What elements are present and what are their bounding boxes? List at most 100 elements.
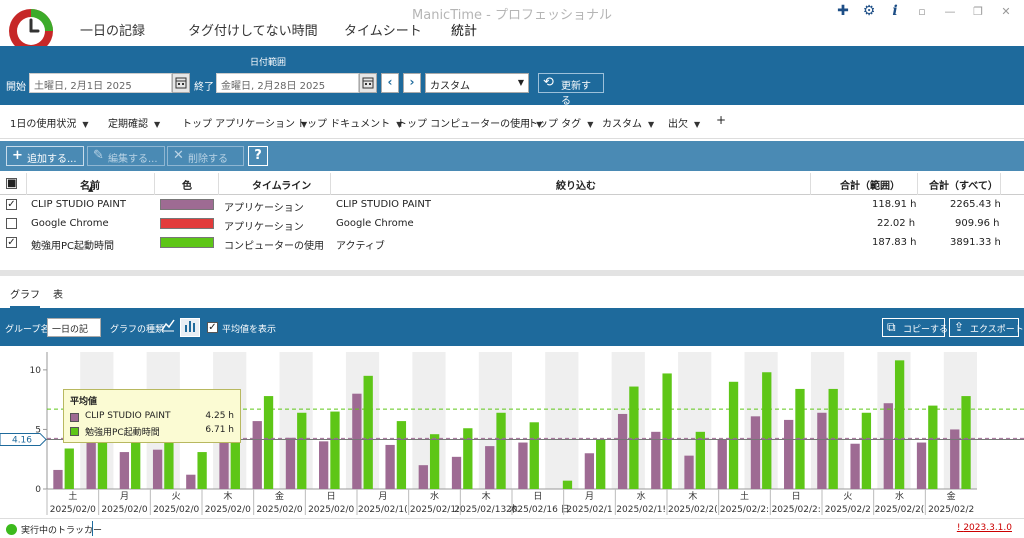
row-filter: アクティブ xyxy=(336,241,385,252)
row-color-swatch[interactable] xyxy=(160,199,214,210)
row-color-swatch[interactable] xyxy=(160,237,214,248)
version-link[interactable]: ! 2023.3.1.0 xyxy=(957,523,1012,533)
legend-title: 平均値 xyxy=(70,397,98,407)
bar-clip-studio xyxy=(451,456,462,489)
row-checkbox[interactable]: ✓ xyxy=(6,237,17,248)
maximize-window-icon[interactable]: ❐ xyxy=(968,5,988,18)
table-row[interactable]: Google Chrome アプリケーション Google Chrome 22.… xyxy=(0,215,1024,234)
delete-button[interactable]: ✕ 削除する xyxy=(167,146,244,166)
nav-tab-timesheet[interactable]: タイムシート xyxy=(344,20,422,39)
info-icon[interactable]: i xyxy=(886,2,904,20)
nav-tab-day-record[interactable]: 一日の記録 xyxy=(80,20,145,39)
report-tab-top-tags[interactable]: トップ タグ ▼ xyxy=(528,115,593,130)
col-header-color[interactable]: 色 xyxy=(182,177,192,192)
report-tab-custom[interactable]: カスタム ▼ xyxy=(602,115,654,130)
nav-tab-statistics[interactable]: 統計 xyxy=(451,20,477,39)
nav-tab-untagged[interactable]: タグ付けしてない時間 xyxy=(188,20,318,39)
view-tab-graph[interactable]: グラフ xyxy=(10,286,40,308)
column-divider xyxy=(917,173,918,195)
x-tick-date: 2025/02/0 xyxy=(308,505,354,515)
x-tick-date: 2025/02/0 xyxy=(50,505,96,515)
window-icons: ✚ ⚙ i ▫ — ❐ ✕ xyxy=(834,2,1016,20)
day-band xyxy=(678,352,712,489)
sort-asc-icon: ▲ xyxy=(88,185,94,193)
column-divider xyxy=(26,173,27,195)
tracker-status[interactable]: 実行中のトラッカー xyxy=(21,523,102,536)
group-select[interactable]: 一日の記 xyxy=(47,318,101,337)
bar-clip-studio xyxy=(651,431,661,489)
bar-clip-studio xyxy=(152,449,163,489)
x-tick-day: 火 xyxy=(172,491,181,502)
prev-range-button[interactable]: ‹ xyxy=(381,73,399,93)
x-tick-day: 日 xyxy=(533,491,542,502)
select-all-checkbox[interactable]: ■ xyxy=(6,178,17,189)
bar-clip-studio xyxy=(784,419,794,489)
bar-pc-uptime xyxy=(64,448,74,489)
copy-button[interactable]: ⧉ コピーする xyxy=(882,318,948,337)
start-date-input[interactable]: 土曜日, 2月1日 2025 xyxy=(29,73,172,93)
x-tick-day: 木 xyxy=(688,490,697,502)
bar-clip-studio xyxy=(319,441,329,489)
day-band xyxy=(478,352,512,489)
report-tab-top-apps[interactable]: トップ アプリケーション ▼ xyxy=(182,115,307,130)
add-report-tab-button[interactable]: + xyxy=(716,113,726,127)
end-calendar-button[interactable] xyxy=(359,73,377,93)
panel-splitter[interactable] xyxy=(0,270,1024,276)
row-checkbox[interactable]: ✓ xyxy=(6,199,17,210)
bar-chart-icon[interactable] xyxy=(180,318,200,337)
help-button[interactable]: ? xyxy=(248,146,268,166)
x-tick-date: 2025/02/2 xyxy=(928,505,974,515)
bar-clip-studio xyxy=(717,438,727,489)
line-chart-icon[interactable] xyxy=(158,318,178,337)
x-tick-date: 2025/02/1! xyxy=(616,505,666,515)
graph-type-label: グラフの種類 xyxy=(110,325,165,335)
x-tick-date: 2025/02/1: xyxy=(410,505,459,515)
x-tick-day: 水 xyxy=(637,490,646,502)
report-tab-top-computer-usage[interactable]: トップ コンピューターの使用 ▼ xyxy=(397,115,542,130)
report-tab-attendance[interactable]: 出欠 ▼ xyxy=(668,115,700,130)
puzzle-icon[interactable]: ✚ xyxy=(834,2,852,20)
add-button[interactable]: + 追加する... xyxy=(6,146,84,166)
report-tab-daily-usage[interactable]: 1日の使用状況 ▼ xyxy=(10,115,89,130)
row-color-swatch[interactable] xyxy=(160,218,214,229)
col-header-total-all[interactable]: 合計（すべて） xyxy=(929,177,998,192)
table-row[interactable]: ✓ 勉強用PC起動時間 コンピューターの使用 アクティブ 187.83 h 38… xyxy=(0,234,1024,253)
range-preset-select[interactable]: カスタム ▼ xyxy=(425,73,529,93)
report-tab-periodic[interactable]: 定期確認 ▼ xyxy=(108,115,160,130)
show-average-checkbox[interactable]: ✓ xyxy=(207,322,218,333)
view-tab-table[interactable]: 表 xyxy=(53,286,63,301)
gear-icon[interactable]: ⚙ xyxy=(860,2,878,20)
close-window-icon[interactable]: ✕ xyxy=(996,5,1016,18)
refresh-button[interactable]: ⟲ 更新する xyxy=(538,73,604,107)
bar-clip-studio xyxy=(883,403,893,489)
minimize-window-icon[interactable]: ▫ xyxy=(912,5,932,18)
col-header-timeline[interactable]: タイムライン xyxy=(252,177,311,192)
x-tick-date: 2025/02/2( xyxy=(668,505,718,515)
bar-pc-uptime xyxy=(894,360,905,489)
bar-clip-studio xyxy=(518,442,528,489)
row-timeline: コンピューターの使用 xyxy=(224,241,324,252)
export-button[interactable]: ⇪ エクスポート xyxy=(949,318,1024,337)
x-tick-date: 2025/02/0 xyxy=(205,505,251,515)
report-tab-label: トップ アプリケーション xyxy=(182,119,295,130)
version-warning: ! xyxy=(956,523,961,533)
bar-clip-studio xyxy=(750,416,761,489)
range-preset-value: カスタム xyxy=(430,81,470,92)
bar-clip-studio xyxy=(219,437,229,489)
col-header-total-range[interactable]: 合計（範囲） xyxy=(840,177,900,192)
title-bar: ManicTime - プロフェッショナル ✚ ⚙ i ▫ — ❐ ✕ xyxy=(0,0,1024,23)
col-header-filter[interactable]: 絞り込む xyxy=(556,177,596,192)
x-tick-day: 月 xyxy=(585,491,594,502)
table-row[interactable]: ✓ CLIP STUDIO PAINT アプリケーション CLIP STUDIO… xyxy=(0,196,1024,215)
y-tick-label: 0 xyxy=(35,485,41,495)
next-range-button[interactable]: › xyxy=(403,73,421,93)
end-date-input[interactable]: 金曜日, 2月28日 2025 xyxy=(216,73,359,93)
restore-window-icon[interactable]: — xyxy=(940,5,960,18)
row-checkbox[interactable] xyxy=(6,218,17,229)
export-icon: ⇪ xyxy=(954,320,965,334)
report-tab-top-documents[interactable]: トップ ドキュメント ▼ xyxy=(297,115,402,130)
bar-pc-uptime xyxy=(496,412,506,489)
edit-button[interactable]: ✎ 編集する... xyxy=(87,146,165,166)
start-calendar-button[interactable] xyxy=(172,73,190,93)
column-divider xyxy=(330,173,331,195)
